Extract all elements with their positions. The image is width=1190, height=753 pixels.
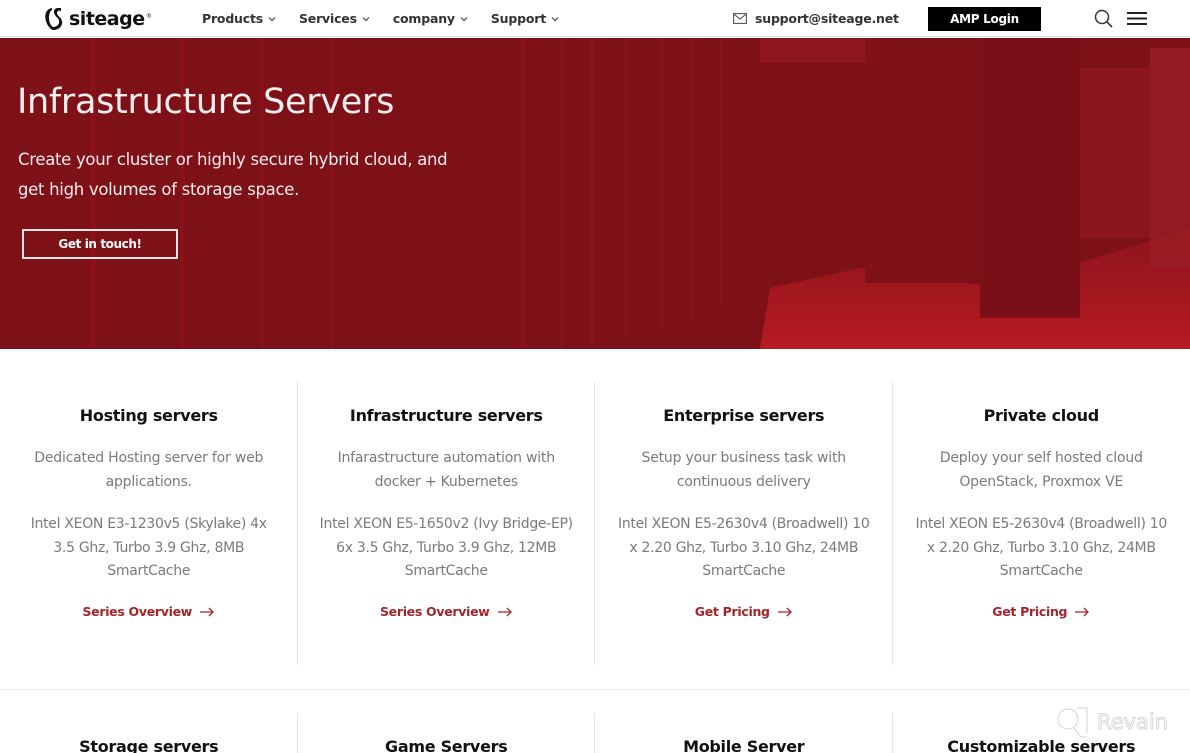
card-title: Infrastructure servers: [349, 406, 543, 425]
nav-label: Services: [299, 11, 357, 26]
nav-label: Products: [202, 11, 263, 26]
get-pricing-link[interactable]: Get Pricing: [893, 604, 1190, 619]
get-pricing-link[interactable]: Get Pricing: [595, 604, 893, 619]
hero-title: Infrastructure Servers: [17, 82, 395, 122]
arrow-right-icon: [200, 607, 214, 616]
server-card: Hosting servers Dedicated Hosting server…: [0, 350, 298, 689]
nav-label: Support: [490, 11, 546, 26]
server-cards-row-2: Storage servers Game Servers Mobile Serv…: [0, 691, 1190, 753]
chevron-down-icon: [268, 16, 276, 21]
hero-subtitle: Create your cluster or highly secure hyb…: [18, 150, 448, 199]
chevron-down-icon: [362, 16, 370, 21]
server-card: Game Servers: [298, 691, 595, 753]
nav-label: company: [392, 11, 455, 26]
registered-mark: ®: [146, 14, 152, 20]
support-email-link[interactable]: support@siteage.net: [733, 0, 899, 37]
chevron-down-icon: [551, 16, 559, 21]
link-label: Get Pricing: [694, 604, 770, 619]
revain-logo-icon: [1057, 707, 1088, 738]
server-card: Mobile Server: [595, 691, 893, 753]
card-title: Enterprise servers: [663, 406, 825, 425]
hamburger-menu-icon[interactable]: [1127, 11, 1147, 26]
card-title: Mobile Server: [683, 737, 805, 753]
arrow-right-icon: [1075, 607, 1090, 616]
chevron-down-icon: [460, 16, 468, 21]
arrow-right-icon: [777, 607, 792, 616]
card-title: Storage servers: [79, 737, 219, 753]
server-card: Enterprise servers Setup your business t…: [595, 350, 893, 689]
series-overview-link[interactable]: Series Overview: [0, 604, 298, 619]
link-label: Get Pricing: [992, 604, 1068, 619]
nav-item-company[interactable]: company: [393, 11, 468, 26]
card-title: Hosting servers: [79, 406, 218, 425]
server-card: Storage servers: [0, 691, 298, 753]
search-icon[interactable]: [1094, 9, 1113, 28]
siteage-logo[interactable]: siteage ®: [43, 5, 151, 33]
siteage-logo-icon: [45, 8, 63, 30]
mail-icon: [733, 13, 747, 24]
card-description: Infarastructure automation with docker +…: [337, 450, 556, 490]
card-spec: Intel XEON E5-2630v4 (Broadwell) 10 x 2.…: [617, 516, 870, 579]
card-spec: Intel XEON E5-2630v4 (Broadwell) 10 x 2.…: [915, 516, 1167, 579]
nav-item-support[interactable]: Support: [491, 11, 559, 26]
hero-banner: Infrastructure Servers Create your clust…: [0, 38, 1190, 349]
link-label: Series Overview: [82, 604, 193, 619]
get-in-touch-button[interactable]: Get in touch!: [22, 229, 178, 259]
server-card: Infrastructure servers Infarastructure a…: [298, 350, 596, 689]
card-description: Deploy your self hosted cloud OpenStack,…: [939, 450, 1143, 490]
server-cards-row: Hosting servers Dedicated Hosting server…: [0, 350, 1190, 690]
card-spec: Intel XEON E3-1230v5 (Skylake) 4x 3.5 Gh…: [30, 516, 267, 579]
main-nav: Products Services company Support: [202, 0, 582, 37]
nav-item-services[interactable]: Services: [299, 11, 370, 26]
amp-login-button[interactable]: AMP Login: [928, 7, 1041, 31]
logo-text: siteage: [69, 8, 145, 30]
series-overview-link[interactable]: Series Overview: [298, 604, 596, 619]
card-spec: Intel XEON E5-1650v2 (Ivy Bridge-EP) 6x …: [319, 516, 573, 579]
top-nav-bar: siteage ® Products Services company Supp…: [0, 0, 1190, 37]
watermark-text: Revain: [1097, 710, 1169, 735]
card-title: Private cloud: [983, 406, 1100, 425]
arrow-right-icon: [497, 607, 512, 616]
support-email-text: support@siteage.net: [755, 11, 899, 26]
card-title: Game Servers: [385, 737, 508, 753]
card-description: Dedicated Hosting server for web applica…: [34, 450, 264, 490]
card-title: Customizable servers: [947, 737, 1136, 753]
nav-item-products[interactable]: Products: [202, 11, 276, 26]
server-card: Private cloud Deploy your self hosted cl…: [893, 350, 1190, 689]
link-label: Series Overview: [379, 604, 490, 619]
revain-watermark: Revain: [1055, 705, 1168, 739]
card-description: Setup your business task with continuous…: [641, 450, 847, 490]
